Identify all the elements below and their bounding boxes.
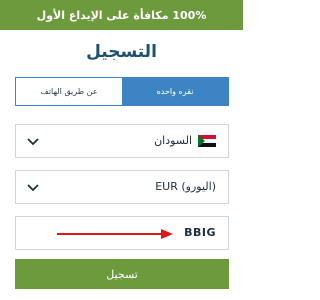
register-button-label: تسجيل: [106, 268, 138, 281]
country-value: السودان: [154, 134, 192, 147]
register-button[interactable]: تسجيل: [15, 259, 229, 289]
currency-select[interactable]: EUR (اليورو): [15, 170, 229, 204]
country-select[interactable]: السودان: [15, 124, 229, 158]
currency-value: EUR (اليورو): [155, 180, 216, 193]
tab-one-click-label: نقره واحده: [156, 87, 194, 96]
tab-one-click[interactable]: نقره واحده: [122, 78, 228, 105]
sudan-flag-icon: [198, 135, 216, 147]
chevron-down-icon: [27, 184, 39, 192]
chevron-down-icon: [27, 138, 39, 146]
page-title: التسجيل: [86, 42, 157, 62]
bonus-banner-text: 100% مكافأة على الإيداع الأول: [36, 8, 207, 22]
tab-by-phone-label: عن طريق الهاتف: [40, 87, 98, 96]
red-arrow-icon: [57, 229, 173, 239]
promo-code-value: BBIG: [184, 226, 216, 239]
tab-by-phone[interactable]: عن طريق الهاتف: [16, 78, 122, 105]
registration-method-tabs: عن طريق الهاتف نقره واحده: [15, 77, 229, 106]
bonus-banner: 100% مكافأة على الإيداع الأول: [0, 0, 243, 30]
